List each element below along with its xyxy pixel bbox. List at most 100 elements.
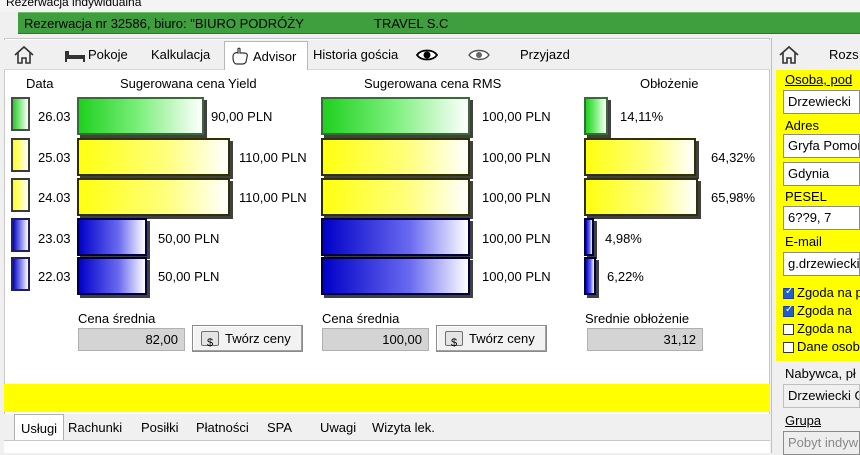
column-header-yield: Sugerowana cena Yield (120, 76, 257, 91)
row-date: 25.03 (38, 150, 71, 165)
rms-bar (321, 257, 470, 295)
yield-bar (77, 97, 204, 135)
tab-advisor[interactable]: Advisor (224, 41, 308, 70)
email-field[interactable]: g.drzewiecki (783, 252, 860, 276)
tab-wizyta-label: Wizyta lek. (372, 420, 435, 435)
tab-wizyta-lek[interactable]: Wizyta lek. (372, 414, 435, 440)
city-field[interactable]: Gdynia (783, 162, 860, 186)
reservation-header: Rezerwacja nr 32586, biuro: "BIURO PODRÓ… (18, 12, 860, 34)
money-icon (201, 331, 219, 356)
yield-price: 90,00 PLN (211, 109, 273, 124)
consent-label-3: Zgoda na (797, 321, 852, 336)
hand-icon (232, 47, 248, 65)
buyer-field[interactable]: Drzewiecki G (783, 384, 860, 408)
tab-posilki[interactable]: Posiłki (141, 414, 179, 440)
consent-checkbox-1[interactable] (783, 286, 794, 299)
rms-price: 100,00 PLN (482, 150, 551, 165)
tab-historia-label: Historia gościa (313, 47, 399, 62)
person-field[interactable]: Drzewiecki (783, 90, 860, 114)
create-prices-rms-button[interactable]: Twórz ceny (436, 325, 547, 356)
consent-checkbox-2[interactable] (783, 304, 794, 317)
tab-uwagi[interactable]: Uwagi (320, 414, 356, 440)
agency-name: TRAVEL S.C (374, 16, 449, 31)
group-label: Grupa (785, 413, 822, 428)
tab-kalkulacja[interactable]: Kalkulacja (151, 40, 210, 70)
top-tab-bar: Pokoje Kalkulacja Advisor Historia gości… (4, 40, 770, 70)
occupancy-value: 6,22% (607, 269, 644, 284)
consent-label-1: Zgoda na p (797, 285, 860, 300)
home-icon[interactable] (777, 40, 803, 70)
yield-price: 50,00 PLN (158, 231, 220, 246)
tab-przyjazd[interactable]: Przyjazd (520, 40, 570, 70)
tab-rachunki[interactable]: Rachunki (68, 414, 122, 440)
occupancy-value: 65,98% (711, 190, 756, 205)
occupancy-average-label: Srednie obłożenie (585, 311, 690, 326)
tab-przyjazd-label: Przyjazd (520, 47, 570, 62)
row-date: 23.03 (38, 231, 71, 246)
money-icon (445, 331, 463, 356)
row-date: 24.03 (38, 190, 71, 205)
rms-bar (321, 97, 470, 135)
yield-average-label: Cena średnia (78, 311, 156, 326)
status-strip (4, 384, 770, 412)
yield-price: 110,00 PLN (239, 150, 307, 165)
tab-platnosci-label: Płatności (196, 420, 249, 435)
tab-uslugi[interactable]: Usługi (14, 414, 64, 440)
yield-bar (77, 138, 230, 176)
rms-bar (321, 138, 470, 176)
tab-rozs[interactable]: Rozs (829, 40, 859, 70)
occupancy-average-field: 31,12 (587, 328, 703, 351)
occupancy-value: 64,32% (711, 150, 756, 165)
eye-outline-icon[interactable] (466, 40, 492, 70)
address-label: Adres (785, 118, 819, 133)
consent-label-2: Zgoda na (797, 303, 852, 318)
street-field[interactable]: Gryfa Pomor (783, 134, 860, 158)
rms-average-field: 100,00 (322, 328, 429, 351)
eye-icon[interactable] (414, 40, 440, 70)
pesel-field[interactable]: 6??9, 7 (783, 206, 860, 230)
consent-checkbox-4[interactable] (783, 342, 794, 353)
window-title-bar: Rezerwacja indywidualna (0, 0, 860, 12)
rms-average-label: Cena średnia (322, 311, 400, 326)
tab-kalkulacja-label: Kalkulacja (151, 47, 211, 62)
tab-posilki-label: Posiłki (141, 420, 179, 435)
consent-checkbox-3[interactable] (783, 324, 794, 335)
occupancy-value: 4,98% (605, 231, 642, 246)
level-indicator (11, 97, 30, 131)
group-field[interactable]: Pobyt indyw (783, 431, 860, 455)
occupancy-value: 14,11% (620, 109, 664, 124)
create-prices-label: Twórz ceny (469, 331, 535, 346)
tab-pokoje[interactable]: Pokoje (62, 40, 128, 70)
guest-tab-bar: Rozs (771, 40, 860, 70)
level-indicator (11, 218, 30, 252)
yield-bar (77, 257, 147, 295)
level-indicator (11, 178, 30, 212)
column-header-rms: Sugerowana cena RMS (364, 76, 502, 91)
yield-average-field: 82,00 (78, 328, 185, 351)
rms-price: 100,00 PLN (482, 190, 551, 205)
tab-uslugi-label: Usługi (20, 421, 58, 436)
level-indicator (11, 257, 30, 291)
yield-price: 50,00 PLN (158, 269, 220, 284)
person-label: Osoba, pod (785, 72, 853, 87)
yield-bar (77, 218, 147, 256)
bottom-tab-bar: Usługi Rachunki Posiłki Płatności SPA Uw… (4, 414, 770, 440)
tab-pokoje-label: Pokoje (88, 47, 128, 62)
level-indicator (11, 138, 30, 172)
home-icon[interactable] (10, 40, 38, 70)
column-header-occupancy: Obłożenie (640, 76, 699, 91)
window-title: Rezerwacja indywidualna (6, 0, 142, 9)
occupancy-bar (584, 178, 698, 216)
rms-price: 100,00 PLN (482, 269, 551, 284)
tab-spa[interactable]: SPA (267, 414, 292, 440)
tab-historia-goscia[interactable]: Historia gościa (313, 40, 398, 70)
reservation-number: Rezerwacja nr 32586, biuro: "BIURO PODRÓ… (24, 16, 304, 31)
create-prices-yield-button[interactable]: Twórz ceny (192, 325, 303, 356)
tab-rozs-label: Rozs (829, 47, 859, 62)
create-prices-label: Twórz ceny (225, 331, 291, 346)
services-list-area (4, 440, 770, 453)
occupancy-bar (584, 257, 596, 295)
rms-bar (321, 218, 470, 256)
buyer-label: Nabywca, pł (785, 366, 856, 381)
tab-platnosci[interactable]: Płatności (196, 414, 249, 440)
